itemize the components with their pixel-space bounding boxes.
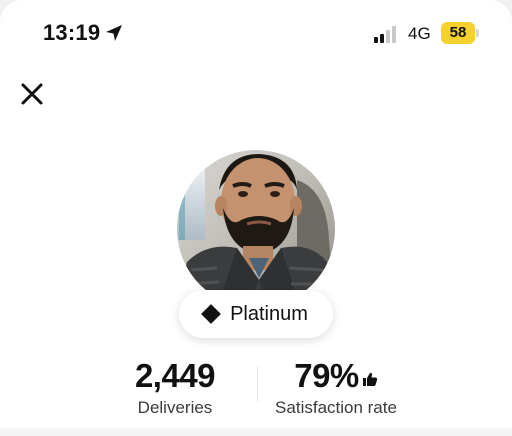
deliveries-value: 2,449 [134,357,216,394]
diamond-icon [201,304,221,324]
satisfaction-value: 79% [294,357,359,394]
thumbs-up-icon [362,372,377,386]
satisfaction-label: Satisfaction rate [275,398,397,417]
deliveries-label: Deliveries [137,398,213,417]
signal-bars-icon [374,25,400,43]
avatar-photo [177,150,335,308]
battery-nub [476,29,479,37]
bottom-strip [0,428,512,436]
satisfaction-stat: 79% Satisfaction rate [258,356,414,418]
close-button[interactable] [18,80,46,108]
location-arrow-icon [106,25,122,41]
close-icon [21,83,43,105]
avatar[interactable] [177,150,335,308]
profile-screen: 13:19 4G 58 Platinum 2,449 Deliveries 79… [0,0,512,436]
network-type: 4G [408,24,431,43]
tier-label: Platinum [230,302,308,325]
satisfaction-value-row: 79% [258,356,414,396]
tier-badge[interactable]: Platinum [179,290,333,338]
deliveries-stat: 2,449 Deliveries [120,356,230,418]
battery-level: 58 [441,22,475,44]
status-bar: 13:19 4G 58 [0,0,512,70]
status-time: 13:19 [43,20,101,45]
